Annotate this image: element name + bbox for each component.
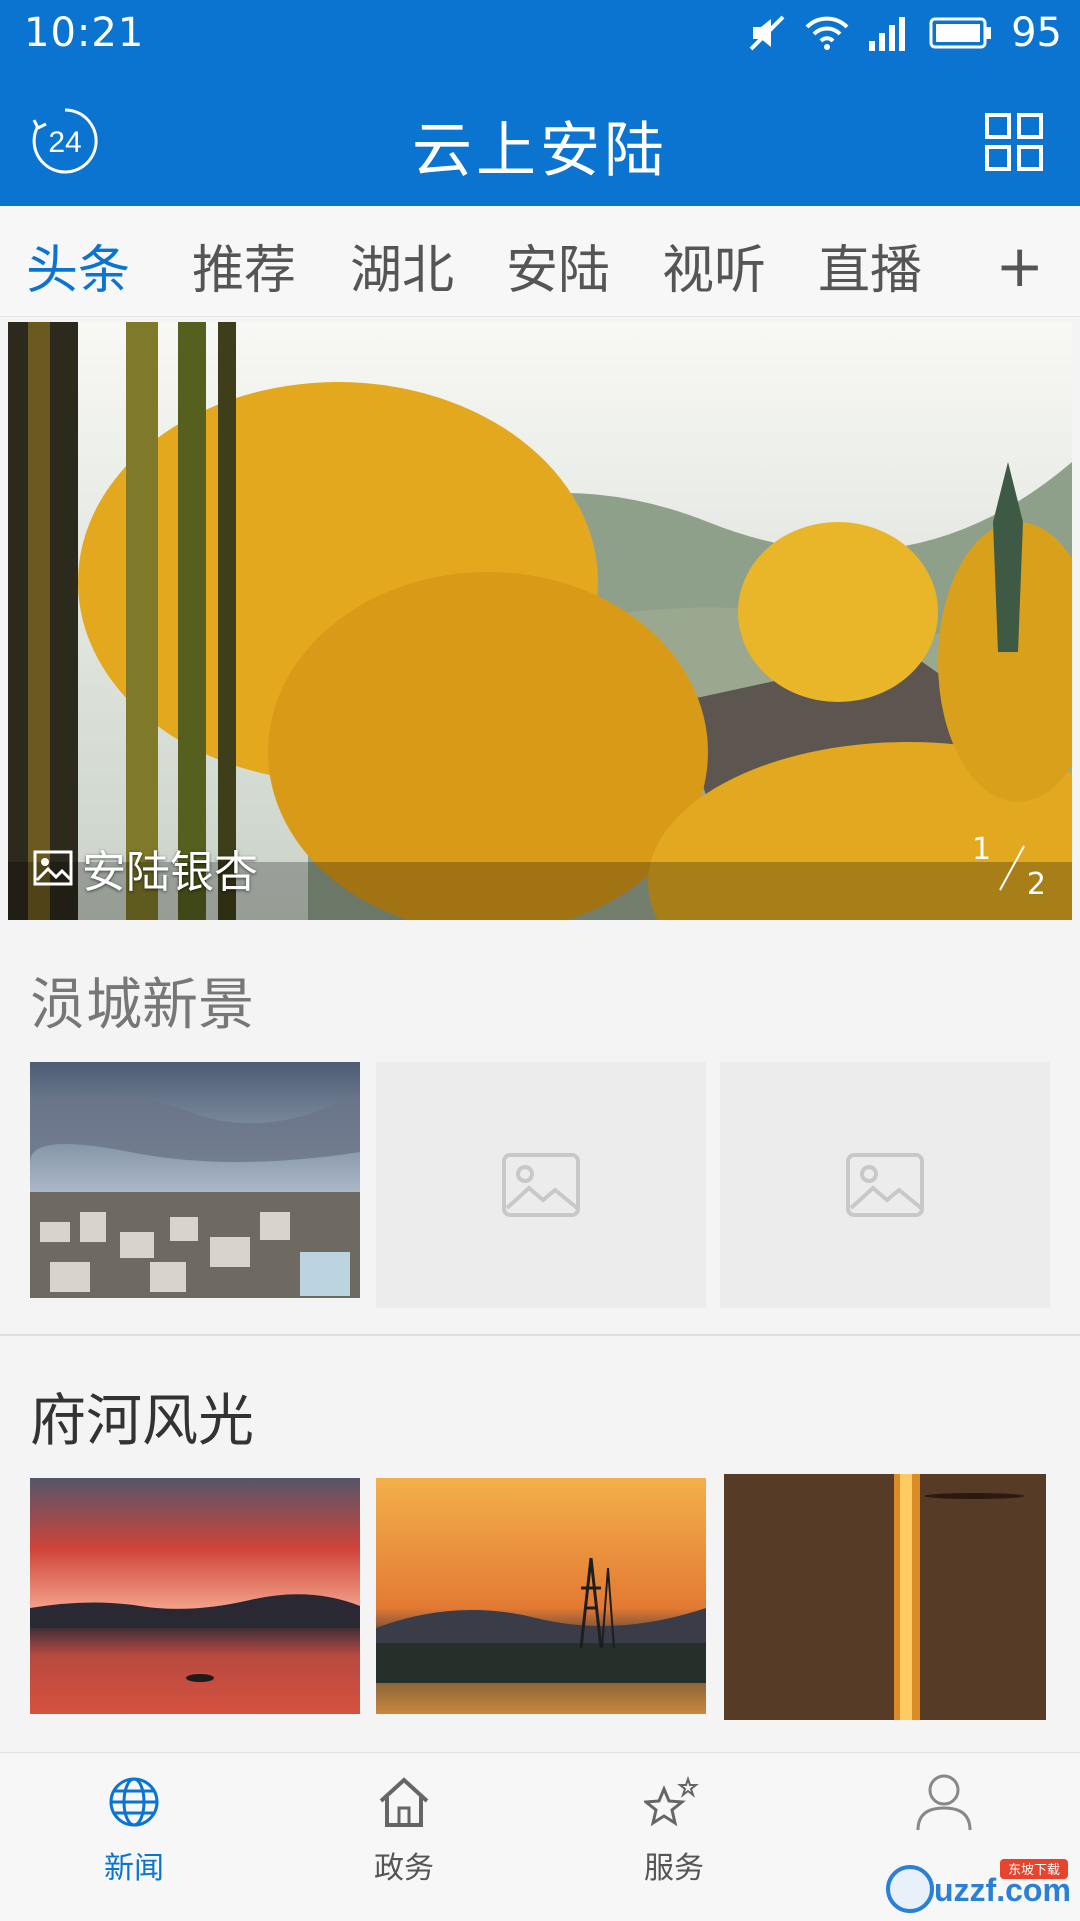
app-title: 云上安陆: [412, 116, 668, 186]
image-placeholder-icon: [846, 1153, 924, 1217]
status-time: 10:21: [24, 10, 145, 56]
section-thumbnail[interactable]: [30, 1478, 360, 1714]
nav-services[interactable]: 服务: [604, 1767, 744, 1887]
tab-live[interactable]: 直播: [818, 228, 922, 303]
section-fuhe: 府河风光: [0, 1336, 1080, 1752]
tab-recommend[interactable]: 推荐: [192, 228, 296, 303]
grid-icon: [985, 113, 1043, 171]
section-title[interactable]: 涢城新景: [30, 960, 254, 1041]
sunset-lake-photo: [30, 1478, 360, 1714]
bottom-navigation: 新闻 政务 服务 uzzf.com 东坡下载: [0, 1752, 1080, 1921]
battery-level: 95: [1011, 10, 1062, 56]
section-thumbnail[interactable]: [376, 1478, 706, 1714]
nav-label: 政务: [374, 1851, 434, 1886]
user-icon: [874, 1767, 1014, 1837]
sunset-reflection-photo: [724, 1474, 1046, 1720]
add-channel-button[interactable]: +: [995, 232, 1044, 300]
hero-caption: 安陆银杏: [32, 836, 258, 900]
uzzf-watermark-logo: uzzf.com 东坡下载: [886, 1859, 1071, 1913]
section-title[interactable]: 府河风光: [30, 1376, 254, 1457]
home-icon: [334, 1767, 474, 1837]
nav-label: 新闻: [104, 1851, 164, 1886]
sunset-tower-photo: [376, 1478, 706, 1714]
grid-menu-button[interactable]: [984, 112, 1044, 172]
battery-icon: [929, 15, 993, 51]
hero-image: [8, 322, 1072, 920]
section-thumbnail-placeholder[interactable]: [720, 1062, 1050, 1308]
wifi-icon: [805, 13, 849, 53]
channel-tabs: 头条 推荐 湖北 安陆 视听 直播 +: [0, 206, 1080, 317]
image-icon: [32, 847, 74, 889]
tab-anlu[interactable]: 安陆: [506, 228, 610, 303]
hero-carousel[interactable]: 安陆银杏 1 2: [8, 322, 1072, 920]
signal-icon: [867, 13, 911, 53]
nav-profile[interactable]: [874, 1767, 1014, 1843]
section-thumbnail[interactable]: [30, 1062, 360, 1298]
city-photo: [30, 1062, 360, 1298]
section-thumbnail-placeholder[interactable]: [376, 1062, 706, 1308]
tab-audio-video[interactable]: 视听: [662, 228, 766, 303]
hero-caption-text: 安陆银杏: [82, 847, 258, 898]
nav-label: 服务: [644, 1851, 704, 1886]
stars-icon: [604, 1767, 744, 1837]
tab-headlines[interactable]: 头条: [26, 228, 130, 303]
nav-news[interactable]: 新闻: [64, 1767, 204, 1887]
section-thumbnail[interactable]: [724, 1474, 1046, 1720]
hero-page-indicator: 1 2: [972, 832, 1052, 902]
nav-government[interactable]: 政务: [334, 1767, 474, 1887]
tab-hubei[interactable]: 湖北: [350, 228, 454, 303]
image-placeholder-icon: [502, 1153, 580, 1217]
status-bar: 10:21 95: [0, 0, 1080, 72]
hero-page-total: 2: [1026, 867, 1046, 902]
svg-text:东坡下载: 东坡下载: [1008, 1863, 1060, 1878]
section-yuncheng: 涢城新景: [0, 920, 1080, 1338]
mute-icon: [747, 13, 787, 53]
app-bar: 24 云上安陆: [0, 72, 1080, 206]
globe-icon: [64, 1767, 204, 1837]
